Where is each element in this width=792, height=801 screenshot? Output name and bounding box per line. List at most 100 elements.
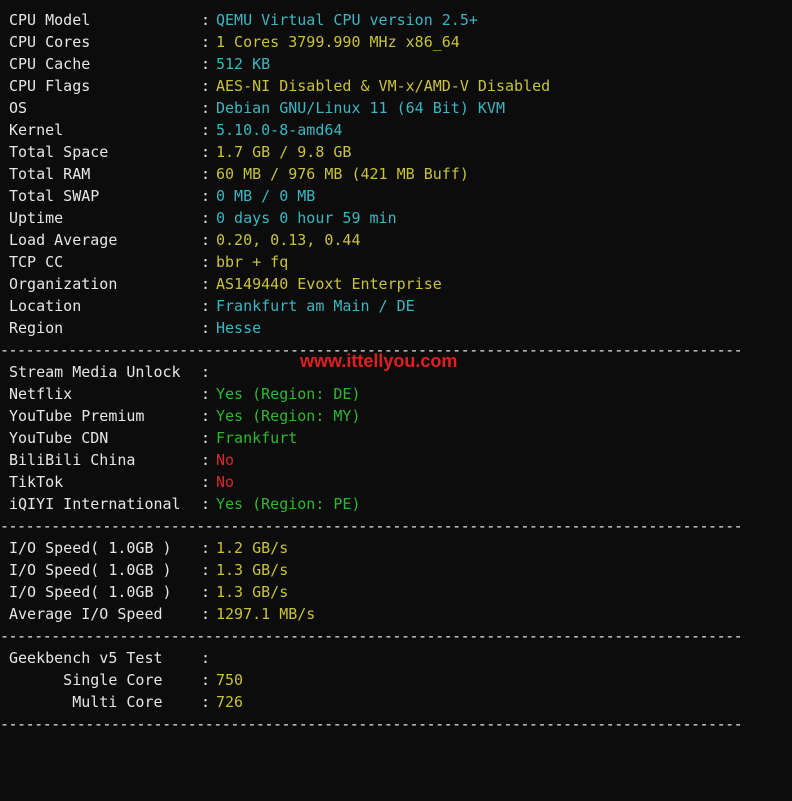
- row-colon: :: [201, 77, 211, 95]
- row-value: AES-NI Disabled & VM-x/AMD-V Disabled: [216, 77, 551, 95]
- separator-line: ----------------------------------------…: [0, 517, 740, 535]
- row-colon: :: [201, 407, 211, 425]
- row-value: QEMU Virtual CPU version 2.5+: [216, 11, 478, 29]
- row-value: 1.3 GB/s: [216, 561, 289, 579]
- row-total-ram: Total RAM : 60 MB / 976 MB (421 MB Buff): [9, 163, 469, 185]
- row-colon: :: [201, 209, 211, 227]
- row-colon: :: [201, 693, 211, 711]
- row-label: OS: [9, 99, 28, 117]
- row-colon: :: [201, 363, 211, 381]
- row-label: CPU Flags: [9, 77, 91, 95]
- row-value: 1.3 GB/s: [216, 583, 289, 601]
- row-value: 0.20, 0.13, 0.44: [216, 231, 361, 249]
- row-label: Average I/O Speed: [9, 605, 163, 623]
- row-youtube-cdn: YouTube CDN : Frankfurt: [9, 427, 297, 449]
- row-label: Total SWAP: [9, 187, 100, 205]
- separator-line: ----------------------------------------…: [0, 715, 740, 733]
- row-value: 0 MB / 0 MB: [216, 187, 316, 205]
- section-heading: Geekbench v5 Test: [9, 649, 163, 667]
- row-iqiyi-international: iQIYI International : Yes (Region: PE): [9, 493, 361, 515]
- row-label: Multi Core: [9, 693, 163, 711]
- row-label: Total RAM: [9, 165, 91, 183]
- row-value: 0 days 0 hour 59 min: [216, 209, 397, 227]
- row-io-speed-2: I/O Speed( 1.0GB ) : 1.3 GB/s: [9, 559, 288, 581]
- row-colon: :: [201, 187, 211, 205]
- row-location: Location : Frankfurt am Main / DE: [9, 295, 415, 317]
- row-label: CPU Cache: [9, 55, 91, 73]
- row-cpu-cache: CPU Cache : 512 KB: [9, 53, 270, 75]
- row-label: Organization: [9, 275, 118, 293]
- row-label: Total Space: [9, 143, 109, 161]
- watermark-text: www.ittellyou.com: [300, 351, 458, 371]
- row-colon: :: [201, 165, 211, 183]
- row-value: bbr + fq: [216, 253, 289, 271]
- row-value: Yes (Region: PE): [216, 495, 361, 513]
- row-label: CPU Model: [9, 11, 91, 29]
- row-colon: :: [201, 297, 211, 315]
- row-load-average: Load Average : 0.20, 0.13, 0.44: [9, 229, 361, 251]
- row-label: CPU Cores: [9, 33, 91, 51]
- row-total-swap: Total SWAP : 0 MB / 0 MB: [9, 185, 315, 207]
- row-colon: :: [201, 605, 211, 623]
- row-colon: :: [201, 539, 211, 557]
- row-colon: :: [201, 33, 211, 51]
- row-colon: :: [201, 495, 211, 513]
- row-total-space: Total Space : 1.7 GB / 9.8 GB: [9, 141, 351, 163]
- row-kernel: Kernel : 5.10.0-8-amd64: [9, 119, 342, 141]
- terminal-window[interactable]: CPU Model : QEMU Virtual CPU version 2.5…: [0, 0, 792, 733]
- row-colon: :: [201, 429, 211, 447]
- section-heading: Stream Media Unlock: [9, 363, 181, 381]
- row-colon: :: [201, 231, 211, 249]
- row-value: 512 KB: [216, 55, 271, 73]
- row-tiktok: TikTok : No: [9, 471, 234, 493]
- row-value: AS149440 Evoxt Enterprise: [216, 275, 442, 293]
- row-value: No: [216, 451, 235, 469]
- row-colon: :: [201, 385, 211, 403]
- row-value: 1 Cores 3799.990 MHz x86_64: [216, 33, 460, 51]
- row-value: 5.10.0-8-amd64: [216, 121, 343, 139]
- row-colon: :: [201, 649, 211, 667]
- row-value: Yes (Region: DE): [216, 385, 361, 403]
- row-os: OS : Debian GNU/Linux 11 (64 Bit) KVM: [9, 97, 505, 119]
- row-colon: :: [201, 671, 211, 689]
- row-colon: :: [201, 143, 211, 161]
- row-value: Hesse: [216, 319, 262, 337]
- row-bilibili-china: BiliBili China : No: [9, 449, 234, 471]
- row-multi-core: Multi Core : 726: [9, 691, 243, 713]
- separator-line: ----------------------------------------…: [0, 627, 740, 645]
- row-youtube-premium: YouTube Premium : Yes (Region: MY): [9, 405, 361, 427]
- row-value: Debian GNU/Linux 11 (64 Bit) KVM: [216, 99, 505, 117]
- row-colon: :: [201, 55, 211, 73]
- row-single-core: Single Core : 750: [9, 669, 243, 691]
- row-value: Frankfurt: [216, 429, 298, 447]
- row-value: No: [216, 473, 235, 491]
- row-label: TikTok: [9, 473, 64, 491]
- row-label: Location: [9, 297, 82, 315]
- row-label: YouTube Premium: [9, 407, 145, 425]
- row-value: 60 MB / 976 MB (421 MB Buff): [216, 165, 469, 183]
- row-label: iQIYI International: [9, 495, 181, 513]
- row-netflix: Netflix : Yes (Region: DE): [9, 383, 361, 405]
- row-label: Load Average: [9, 231, 118, 249]
- row-tcp-cc: TCP CC : bbr + fq: [9, 251, 288, 273]
- row-value: Frankfurt am Main / DE: [216, 297, 415, 315]
- row-io-speed-1: I/O Speed( 1.0GB ) : 1.2 GB/s: [9, 537, 288, 559]
- row-cpu-cores: CPU Cores : 1 Cores 3799.990 MHz x86_64: [9, 31, 460, 53]
- row-label: Kernel: [9, 121, 64, 139]
- row-label: BiliBili China: [9, 451, 136, 469]
- row-value: 750: [216, 671, 244, 689]
- row-geekbench-header: Geekbench v5 Test :: [9, 647, 210, 669]
- row-value: 1.7 GB / 9.8 GB: [216, 143, 352, 161]
- row-colon: :: [201, 253, 211, 271]
- row-colon: :: [201, 319, 211, 337]
- row-label: I/O Speed( 1.0GB ): [9, 561, 172, 579]
- row-colon: :: [201, 121, 211, 139]
- row-label: TCP CC: [9, 253, 64, 271]
- row-cpu-flags: CPU Flags : AES-NI Disabled & VM-x/AMD-V…: [9, 75, 550, 97]
- row-colon: :: [201, 451, 211, 469]
- row-label: Single Core: [9, 671, 163, 689]
- row-io-speed-3: I/O Speed( 1.0GB ) : 1.3 GB/s: [9, 581, 288, 603]
- row-colon: :: [201, 561, 211, 579]
- row-label: I/O Speed( 1.0GB ): [9, 539, 172, 557]
- row-label: I/O Speed( 1.0GB ): [9, 583, 172, 601]
